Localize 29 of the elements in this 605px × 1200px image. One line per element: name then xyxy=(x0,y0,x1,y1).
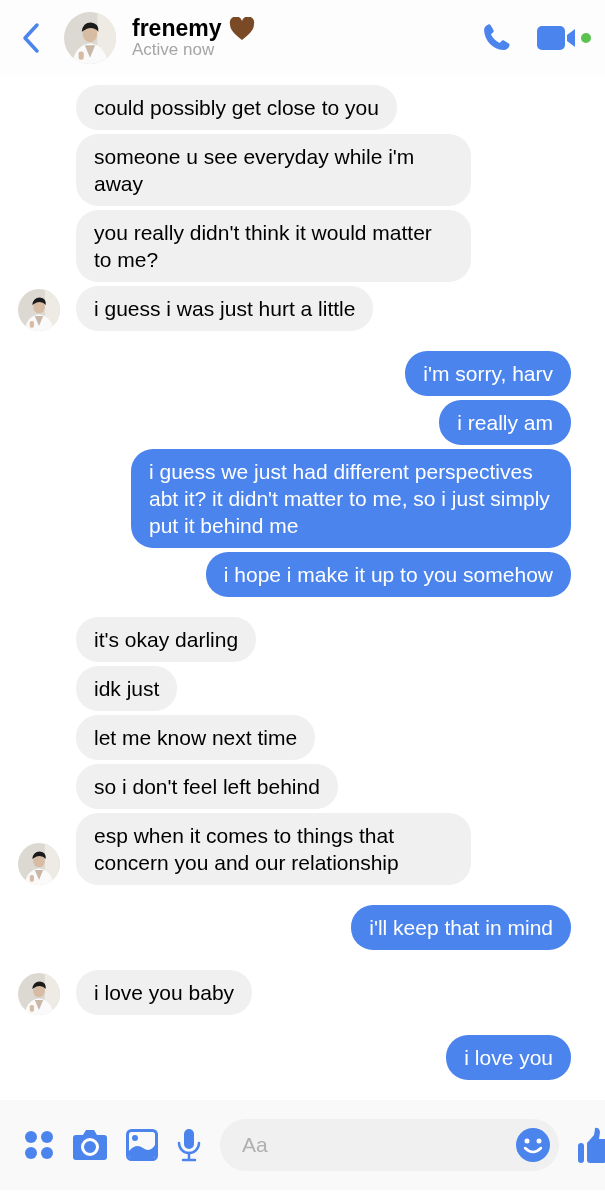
camera-button[interactable] xyxy=(72,1129,108,1161)
apps-button[interactable] xyxy=(24,1130,54,1160)
sent-message: i'm sorry, harv xyxy=(405,351,571,396)
gallery-button[interactable] xyxy=(126,1129,158,1161)
received-message: i guess i was just hurt a little xyxy=(76,286,374,331)
received-message: so i don't feel left behind xyxy=(76,764,338,809)
message-box[interactable]: Aa xyxy=(220,1119,559,1171)
message-field[interactable]: Aa xyxy=(240,1128,515,1162)
contact-name: frenemy xyxy=(132,16,222,42)
sent-message: i love you xyxy=(446,1035,571,1080)
microphone-button[interactable] xyxy=(176,1128,202,1162)
received-message: esp when it comes to things that concern you and our relationship xyxy=(76,813,471,885)
contact-status: Active now xyxy=(132,41,215,60)
received-message: let me know next time xyxy=(76,715,316,760)
received-message: idk just xyxy=(76,666,178,711)
back-button[interactable] xyxy=(22,22,40,54)
sent-message: i really am xyxy=(439,400,571,445)
sent-message: i hope i make it up to you somehow xyxy=(205,552,571,597)
received-message: you really didn't think it would matter to me? xyxy=(76,210,471,282)
received-message: i love you baby xyxy=(76,970,253,1015)
received-message: someone u see everyday while i'm away xyxy=(76,134,471,206)
like-button[interactable] xyxy=(577,1126,605,1164)
received-message: could possibly get close to you xyxy=(76,85,397,130)
heart-icon xyxy=(229,16,256,41)
sent-message: i'll keep that in mind xyxy=(351,905,571,950)
sent-message: i guess we just had different perspectives abt it? it didn't matter to me, so i just simply put it behind me xyxy=(131,449,571,548)
emoji-button[interactable] xyxy=(515,1127,551,1163)
received-message: it's okay darling xyxy=(76,617,257,662)
video-call-button[interactable] xyxy=(537,25,577,51)
